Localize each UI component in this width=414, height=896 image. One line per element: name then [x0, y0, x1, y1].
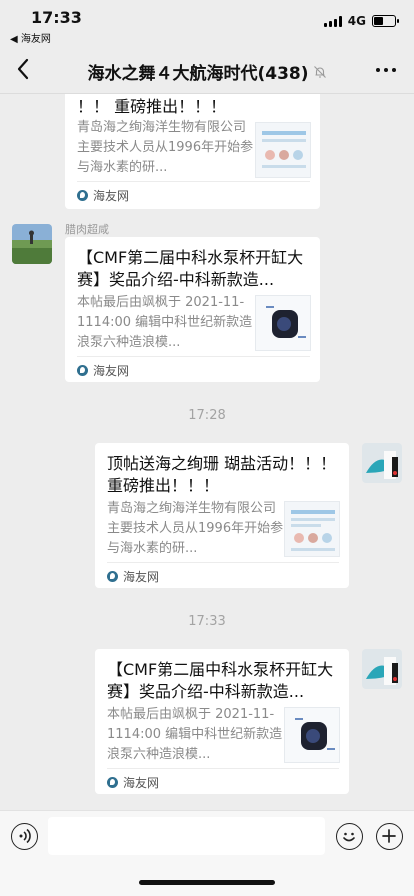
avatar[interactable] [362, 649, 402, 689]
card-description: 青岛海之绚海洋生物有限公司主要技术人员从1996年开始参与海水素的研... [77, 120, 254, 175]
card-description: 本帖最后由飒枫于 2021-11-1114:00 编辑中科世纪新款造浪泵六种造浪… [107, 707, 283, 762]
mute-bell-icon [313, 65, 326, 78]
emoji-icon[interactable] [336, 823, 363, 850]
card-source: 海友网 [107, 568, 159, 585]
card-divider [107, 768, 339, 769]
card-source: 海友网 [77, 362, 129, 379]
card-source: 海友网 [77, 187, 129, 204]
link-card-message[interactable]: 顶帖送海之绚珊 瑚盐活动！！！ 重磅推出！！！ 青岛海之绚海洋生物有限公司主要技… [95, 443, 349, 588]
card-thumbnail [255, 295, 311, 351]
card-title: 【CMF第二届中科水泵杯开缸大赛】奖品介绍-中科新款造... [107, 660, 334, 701]
link-card-message[interactable]: 【CMF第二届中科水泵杯开缸大赛】奖品介绍-中科新款造... 本帖最后由飒枫于 … [95, 649, 349, 794]
link-card-message[interactable]: ！！ 重磅推出！！！ 青岛海之绚海洋生物有限公司主要技术人员从1996年开始参与… [65, 94, 320, 209]
card-divider [77, 181, 310, 182]
card-source-label: 海友网 [93, 364, 130, 378]
status-indicators: 4G [323, 14, 399, 28]
card-description: 本帖最后由飒枫于 2021-11-1114:00 编辑中科世纪新款造浪泵六种造浪… [77, 295, 253, 350]
card-source-label: 海友网 [123, 776, 160, 790]
home-indicator[interactable] [139, 880, 275, 885]
timestamp: 17:33 [188, 614, 226, 629]
message-list: ！！ 重磅推出！！！ 青岛海之绚海洋生物有限公司主要技术人员从1996年开始参与… [0, 94, 414, 810]
card-thumbnail [284, 501, 340, 557]
message-input[interactable] [48, 817, 325, 855]
status-time: 17:33 [31, 8, 82, 27]
card-divider [107, 562, 339, 563]
voice-icon[interactable] [11, 823, 38, 850]
card-title: 顶帖送海之绚珊 瑚盐活动！！！ 重磅推出！！！ [107, 454, 337, 495]
card-title: 【CMF第二届中科水泵杯开缸大赛】奖品介绍-中科新款造... [77, 248, 304, 289]
chat-title-area: 海水之舞４大航海时代(438) [0, 59, 414, 84]
battery-icon [372, 15, 399, 27]
haiyou-logo-icon [77, 365, 88, 376]
network-type: 4G [347, 14, 366, 28]
card-divider [77, 356, 310, 357]
card-source-label: 海友网 [93, 189, 130, 203]
plus-icon[interactable] [376, 823, 403, 850]
avatar[interactable] [12, 224, 52, 264]
card-thumbnail [255, 122, 311, 178]
card-description: 青岛海之绚海洋生物有限公司主要技术人员从1996年开始参与海水素的研... [107, 501, 284, 556]
timestamp: 17:28 [188, 408, 226, 423]
haiyou-logo-icon [107, 571, 118, 582]
back-to-app-link[interactable]: ◀ 海友网 [10, 30, 51, 45]
card-source-label: 海友网 [123, 570, 160, 584]
haiyou-logo-icon [107, 777, 118, 788]
chat-header: 海水之舞４大航海时代(438) [0, 46, 414, 94]
more-dots-icon[interactable] [376, 68, 396, 72]
status-bar: 17:33 ◀ 海友网 4G [0, 0, 414, 46]
link-card-message[interactable]: 【CMF第二届中科水泵杯开缸大赛】奖品介绍-中科新款造... 本帖最后由飒枫于 … [65, 237, 320, 382]
sender-name: 腊肉超咸 [65, 223, 109, 236]
card-source: 海友网 [107, 774, 159, 791]
card-title: ！！ 重磅推出！！！ [77, 97, 227, 116]
signal-icon [323, 15, 342, 27]
avatar[interactable] [362, 443, 402, 483]
chat-title: 海水之舞４大航海时代(438) [87, 64, 309, 84]
card-thumbnail [284, 707, 340, 763]
haiyou-logo-icon [77, 190, 88, 201]
